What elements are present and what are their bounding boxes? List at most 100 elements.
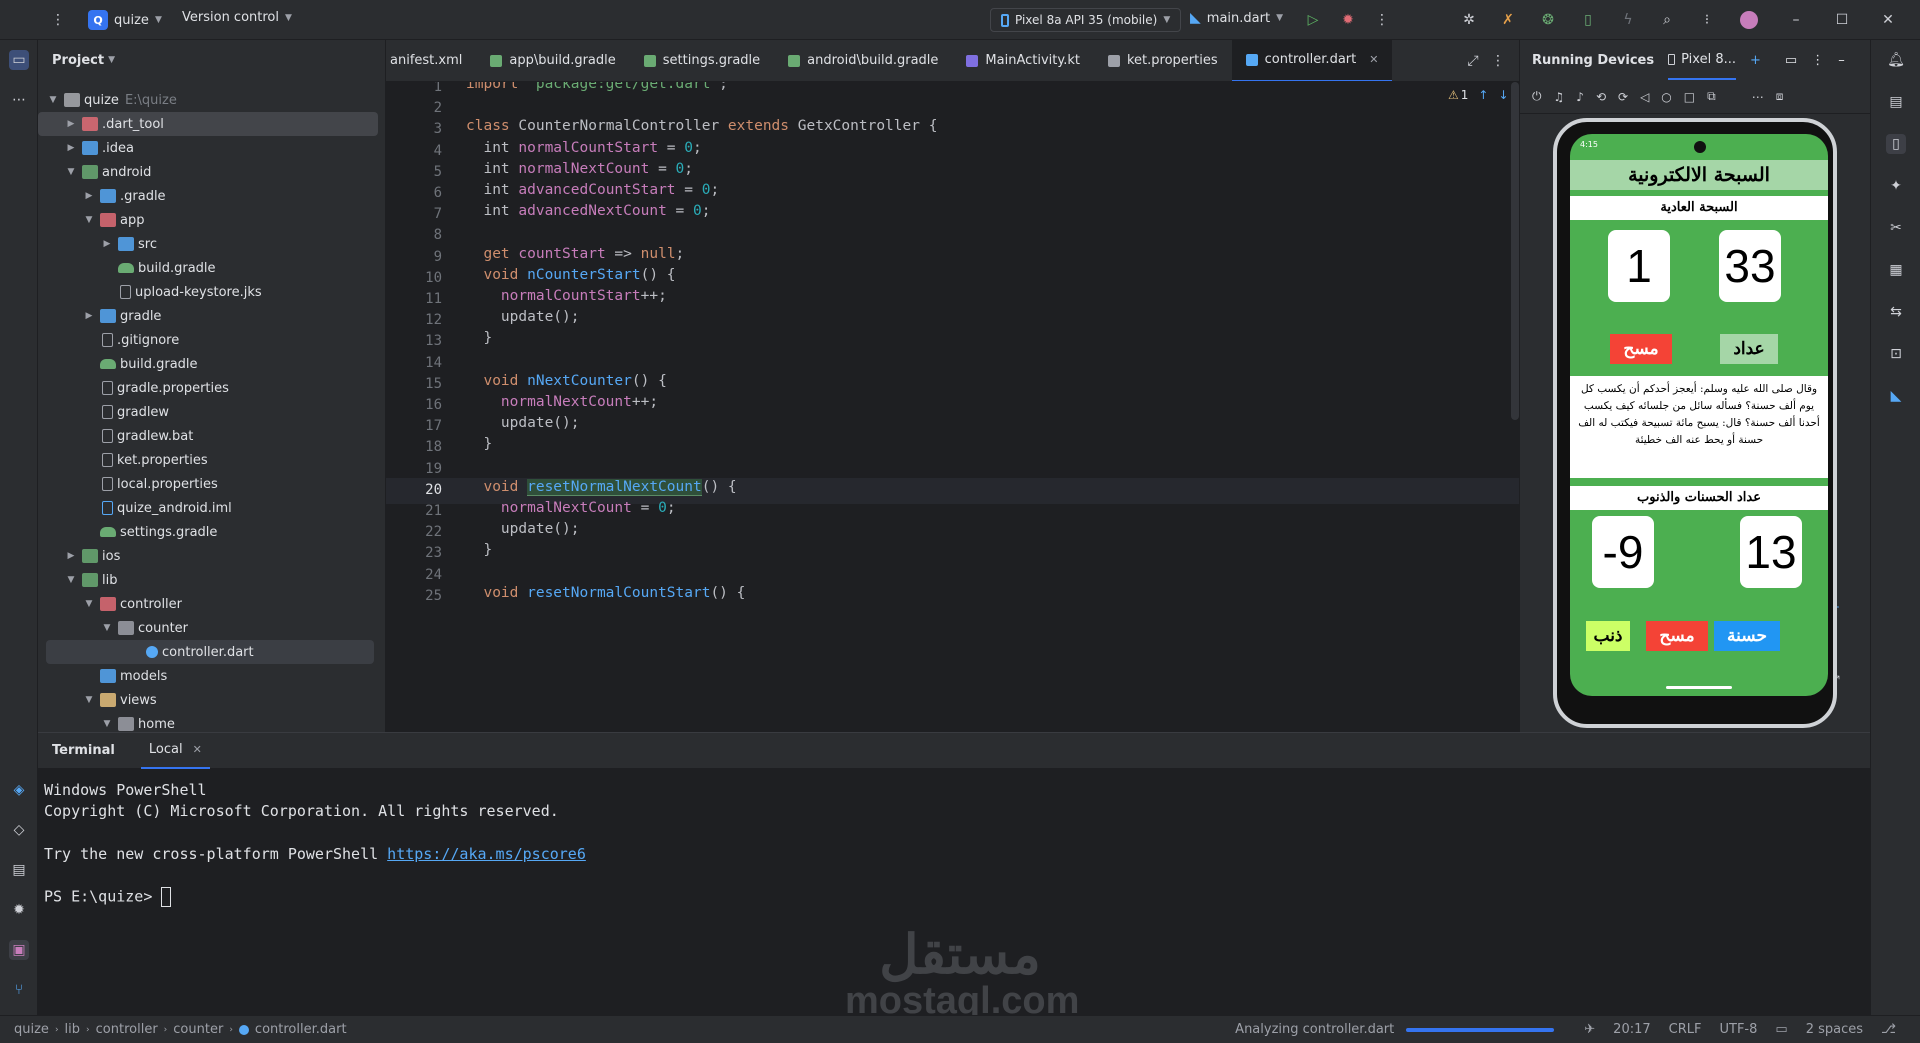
problems-icon[interactable]: ✹ [9,900,29,920]
tree-item[interactable]: ▼ quize E:\quize [38,88,378,112]
android-icon[interactable]: ❂ [1538,10,1558,30]
home-icon[interactable]: ○ [1661,90,1671,104]
count-button[interactable]: عداد [1720,334,1778,364]
rotate-left-icon[interactable]: ⟲ [1596,90,1606,104]
chevron-down-icon[interactable]: ▼ [64,575,78,585]
editor-tab[interactable]: android\build.gradle [774,40,952,81]
good-deed-button[interactable]: حسنة [1714,621,1780,651]
panel-options-icon[interactable]: ⋮ [1811,53,1824,68]
breadcrumb-item[interactable]: counter [173,1022,223,1037]
main-menu-icon[interactable]: ⋮ [48,10,68,30]
tree-item[interactable]: build.gradle [38,352,378,376]
tree-item[interactable]: gradlew [38,400,378,424]
project-view-icon[interactable]: ▭ [9,50,29,70]
background-task[interactable]: Analyzing controller.dart [1235,1022,1566,1037]
power-save-icon[interactable]: ✈ [1584,1022,1595,1037]
volume-down-icon[interactable]: ♪ [1576,90,1584,104]
close-tab-icon[interactable]: ✕ [1369,53,1378,66]
more-actions-icon[interactable]: ⋮ [1372,10,1392,30]
expand-editor-icon[interactable]: ⤢ [1463,51,1483,71]
chevron-right-icon[interactable]: ▶ [82,191,96,201]
tree-item[interactable]: ▼ app [38,208,378,232]
run-config-selector[interactable]: ◣ main.dart ▼ [1190,10,1283,26]
git-icon[interactable]: ⑂ [9,980,29,1000]
editor-tab[interactable]: MainActivity.kt [952,40,1094,81]
running-devices-icon[interactable]: ▯ [1886,134,1906,154]
layout-inspector-icon[interactable]: ⊡ [1886,344,1906,364]
tab-options-icon[interactable]: ⋮ [1488,51,1508,71]
tree-item[interactable]: ▼ controller [38,592,378,616]
chevron-down-icon[interactable]: ▼ [82,695,96,705]
tree-item[interactable]: build.gradle [38,256,378,280]
notifications-icon[interactable]: 🔔︎ [1886,50,1906,70]
editor-scrollbar[interactable] [1511,82,1519,420]
tree-item[interactable]: .gitignore [38,328,378,352]
project-panel-header[interactable]: Project ▼ [38,40,385,80]
close-tab-icon[interactable]: ✕ [193,743,202,756]
readonly-icon[interactable]: ▭ [1775,1022,1787,1037]
chevron-down-icon[interactable]: ▼ [46,95,60,105]
tree-item[interactable]: gradlew.bat [38,424,378,448]
settings-icon[interactable]: ⁝ [1697,10,1717,30]
breadcrumb-item[interactable]: controller [96,1022,158,1037]
tree-item[interactable]: quize_android.iml [38,496,378,520]
logcat-icon[interactable]: ▤ [9,860,29,880]
inspection-widget[interactable]: ⚠ 1 ↑ ↓ [1448,88,1509,102]
avatar[interactable] [1740,11,1758,29]
device-tab[interactable]: Pixel 8... [1668,40,1736,80]
tree-item[interactable]: ket.properties [38,448,378,472]
vcs-menu[interactable]: Version control ▼ [182,10,292,25]
clear-button[interactable]: مسح [1610,334,1672,364]
editor-tab[interactable]: anifest.xml [386,40,476,81]
breadcrumb-item[interactable]: controller.dart [255,1022,347,1037]
editor-tab[interactable]: app\build.gradle [476,40,629,81]
editor-tab[interactable]: settings.gradle [630,40,774,81]
prev-highlight-icon[interactable]: ↑ [1478,88,1488,102]
flutter-outline-icon[interactable]: ◣ [1886,386,1906,406]
tree-item[interactable]: ▼ lib [38,568,378,592]
debug-icon[interactable]: ✹ [1338,10,1358,30]
device-screen[interactable]: 4:15 السبحة الالكترونية السبحة العادية 1… [1570,134,1828,696]
device-manager-icon[interactable]: ▯ [1578,10,1598,30]
device-explorer-icon[interactable]: ▦ [1886,260,1906,280]
terminal-link[interactable]: https://aka.ms/pscore6 [387,845,586,863]
code-editor[interactable]: 1 2 3 4 5 6 7 8 9 10 11 12 13 14 15 16 17 18 19 20 21 22 23 24 2… [386,82,1519,732]
close-icon[interactable]: ✕ [1878,10,1898,30]
breadcrumb-item[interactable]: lib [65,1022,80,1037]
minimize-icon[interactable]: – [1786,10,1806,30]
clear-deeds-button[interactable]: مسح [1646,621,1708,651]
tree-item[interactable]: controller.dart [46,640,374,664]
overview-icon[interactable]: □ [1684,90,1695,104]
build-tools-icon[interactable]: ✗ [1498,10,1518,30]
terminal-icon[interactable]: ▣ [9,940,29,960]
chevron-down-icon[interactable]: ▼ [100,719,114,729]
hide-panel-icon[interactable]: – [1838,53,1845,68]
tree-item[interactable]: ▶ gradle [38,304,378,328]
tree-item[interactable]: gradle.properties [38,376,378,400]
caret-position[interactable]: 20:17 [1613,1022,1650,1037]
chevron-right-icon[interactable]: ▶ [64,551,78,561]
search-icon[interactable]: ⌕ [1657,10,1677,30]
tree-item[interactable]: ▶ ios [38,544,378,568]
back-icon[interactable]: ◁ [1640,90,1649,104]
tree-item[interactable]: ▶ .gradle [38,184,378,208]
next-highlight-icon[interactable]: ↓ [1498,88,1508,102]
run-icon[interactable]: ▷ [1303,10,1323,30]
tree-item[interactable]: models [38,664,378,688]
editor-tab[interactable]: ket.properties [1094,40,1232,81]
chevron-down-icon[interactable]: ▼ [100,623,114,633]
chevron-down-icon[interactable]: ▼ [82,215,96,225]
gemini-icon[interactable]: ✦ [1886,176,1906,196]
rotate-right-icon[interactable]: ⟳ [1618,90,1628,104]
tree-item[interactable]: local.properties [38,472,378,496]
terminal-tab-local[interactable]: Local ✕ [140,733,210,769]
screenshot-icon[interactable]: ⧉ [1707,89,1716,104]
project-selector[interactable]: Q quize ▼ [88,10,162,30]
breadcrumb-item[interactable]: quize [14,1022,49,1037]
bug-icon[interactable]: ✲ [1459,10,1479,30]
add-device-icon[interactable]: + [1750,53,1761,68]
hot-reload-icon[interactable]: ϟ [1618,10,1638,30]
tree-item[interactable]: ▼ views [38,688,378,712]
indent-setting[interactable]: 2 spaces [1806,1022,1863,1037]
tree-item[interactable]: ▶ .dart_tool [38,112,378,136]
